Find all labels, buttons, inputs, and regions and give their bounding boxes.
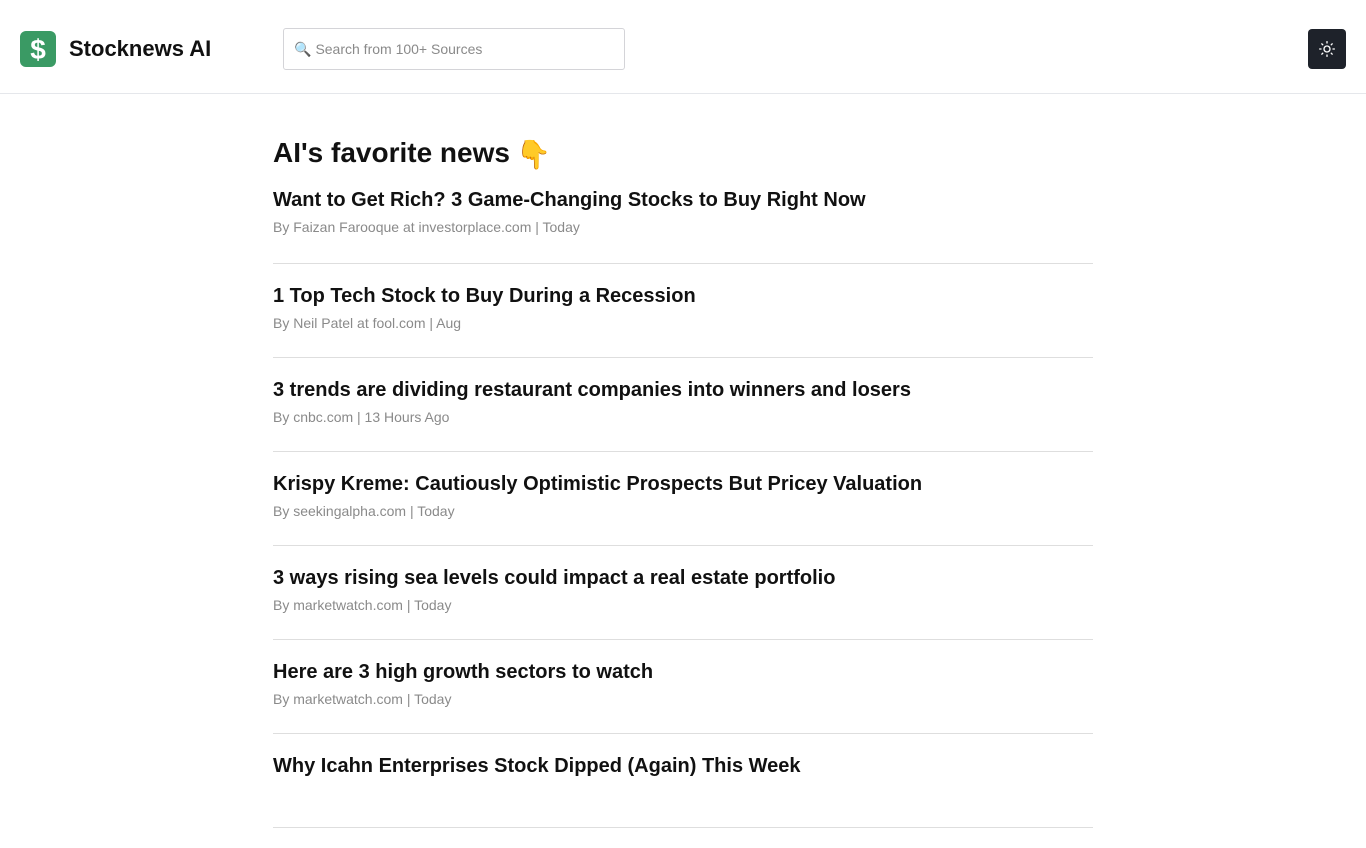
- page-title: AI's favorite news 👇: [273, 136, 1093, 170]
- dollar-logo-icon[interactable]: $: [20, 31, 56, 67]
- dollar-sign-icon: $: [30, 34, 46, 64]
- news-title-link[interactable]: Here are 3 high growth sectors to watch: [273, 660, 1093, 684]
- news-title-link[interactable]: 3 ways rising sea levels could impact a …: [273, 566, 1093, 590]
- news-item[interactable]: Want to Get Rich? 3 Game-Changing Stocks…: [273, 188, 1093, 264]
- news-title-link[interactable]: 1 Top Tech Stock to Buy During a Recessi…: [273, 284, 1093, 308]
- news-meta: By marketwatch.com | Today: [273, 691, 452, 707]
- top-header: $ Stocknews AI 🔍: [0, 0, 1366, 94]
- news-title-link[interactable]: Krispy Kreme: Cautiously Optimistic Pros…: [273, 472, 1093, 496]
- page-title-text: AI's favorite news: [273, 137, 510, 168]
- svg-text:$: $: [30, 34, 46, 64]
- news-title-link[interactable]: Why Icahn Enterprises Stock Dipped (Agai…: [273, 754, 1093, 778]
- search-icon: 🔍: [294, 41, 312, 57]
- brand-title[interactable]: Stocknews AI: [69, 36, 211, 62]
- search-box[interactable]: 🔍: [283, 28, 625, 70]
- sun-icon: [1319, 41, 1335, 57]
- search-input[interactable]: [315, 41, 616, 57]
- news-item[interactable]: 1 Top Tech Stock to Buy During a Recessi…: [273, 284, 1093, 358]
- news-meta: By Neil Patel at fool.com | Aug: [273, 315, 462, 331]
- news-meta: By marketwatch.com | Today: [273, 597, 452, 613]
- news-title-link[interactable]: Want to Get Rich? 3 Game-Changing Stocks…: [273, 188, 1093, 212]
- news-meta: By cnbc.com | 13 Hours Ago: [273, 409, 450, 425]
- theme-toggle-button[interactable]: [1308, 29, 1346, 69]
- news-meta: By seekingalpha.com | Today: [273, 503, 455, 519]
- news-item[interactable]: 3 ways rising sea levels could impact a …: [273, 566, 1093, 640]
- news-item[interactable]: 3 trends are dividing restaurant compani…: [273, 378, 1093, 452]
- pointing-down-emoji-icon: 👇: [515, 139, 551, 170]
- main-content: AI's favorite news 👇 Want to Get Rich? 3 …: [273, 94, 1093, 848]
- news-title-link[interactable]: 3 trends are dividing restaurant compani…: [273, 378, 1093, 402]
- news-item[interactable]: Krispy Kreme: Cautiously Optimistic Pros…: [273, 472, 1093, 546]
- news-item[interactable]: Here are 3 high growth sectors to watch …: [273, 660, 1093, 734]
- news-item[interactable]: Why Icahn Enterprises Stock Dipped (Agai…: [273, 754, 1093, 828]
- news-meta: By Faizan Farooque at investorplace.com …: [273, 219, 580, 235]
- news-list: Want to Get Rich? 3 Game-Changing Stocks…: [273, 188, 1093, 828]
